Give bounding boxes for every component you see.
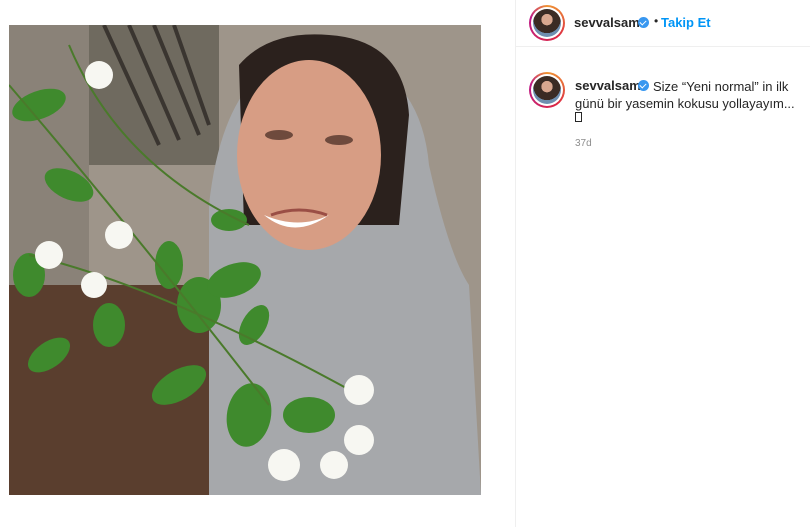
post-timestamp[interactable]: 37d [575, 138, 592, 149]
caption-text: Size “Yeni normal” in ilk günü bir yasem… [575, 79, 795, 111]
emoji-placeholder-icon [575, 112, 582, 122]
header-avatar[interactable] [529, 5, 565, 41]
verified-badge-icon [638, 17, 649, 28]
post-media-area [0, 0, 490, 527]
post-side-panel: sevvalsam • Takip Et sevvalsam Size “Yen… [515, 0, 810, 527]
avatar [533, 76, 561, 104]
header-username[interactable]: sevvalsam [574, 15, 640, 30]
separator-dot: • [654, 14, 659, 28]
photo-woman-with-jasmine [9, 25, 481, 495]
follow-button[interactable]: Takip Et [661, 15, 711, 30]
post-photo[interactable] [9, 25, 481, 495]
avatar [533, 9, 561, 37]
post-header: sevvalsam • Takip Et [516, 0, 810, 47]
caption-avatar[interactable] [529, 72, 565, 108]
